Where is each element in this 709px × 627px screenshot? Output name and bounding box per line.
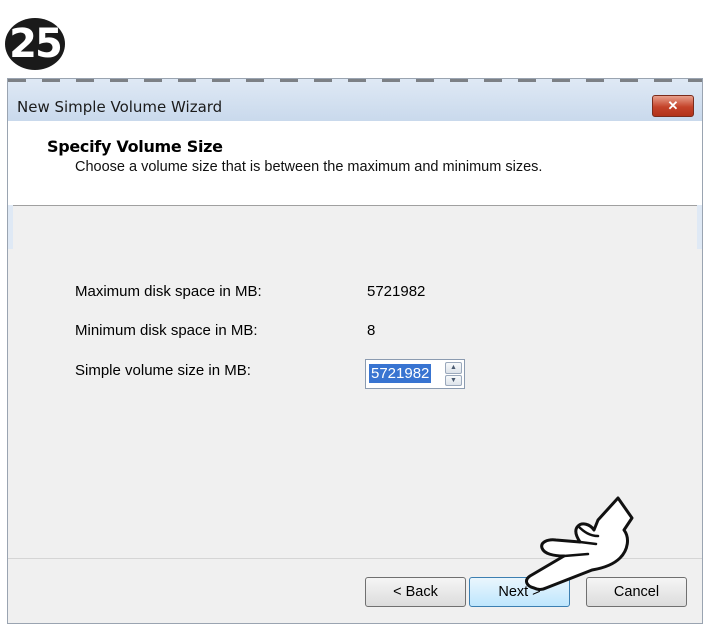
window-title: New Simple Volume Wizard (17, 98, 223, 116)
left-edge-stripe (8, 205, 13, 249)
close-button[interactable]: ✕ (652, 95, 694, 117)
title-bar-edge (8, 79, 702, 82)
min-space-value: 8 (367, 322, 376, 339)
back-button[interactable]: < Back (365, 577, 466, 607)
volume-size-label: Simple volume size in MB: (75, 362, 251, 379)
step-number-badge: 25 (5, 18, 65, 70)
max-space-value: 5721982 (367, 283, 426, 300)
volume-size-input[interactable]: 5721982 (369, 364, 432, 383)
chevron-down-icon: ▼ (450, 376, 457, 384)
max-space-label: Maximum disk space in MB: (75, 283, 262, 300)
stepper-up-button[interactable]: ▲ (445, 362, 462, 374)
volume-size-stepper[interactable]: 5721982 ▲ ▼ (365, 359, 465, 389)
page-title: Specify Volume Size (47, 137, 223, 156)
chevron-up-icon: ▲ (450, 364, 457, 372)
header-panel: Specify Volume Size Choose a volume size… (8, 121, 702, 206)
min-space-label: Minimum disk space in MB: (75, 322, 258, 339)
close-icon: ✕ (667, 98, 679, 113)
page-subtitle: Choose a volume size that is between the… (75, 159, 543, 175)
stepper-down-button[interactable]: ▼ (445, 374, 462, 386)
right-edge-stripe (697, 205, 702, 249)
pointing-hand-icon (525, 496, 634, 591)
title-bar[interactable]: New Simple Volume Wizard ✕ (8, 79, 702, 121)
stepper-buttons: ▲ ▼ (445, 362, 462, 386)
